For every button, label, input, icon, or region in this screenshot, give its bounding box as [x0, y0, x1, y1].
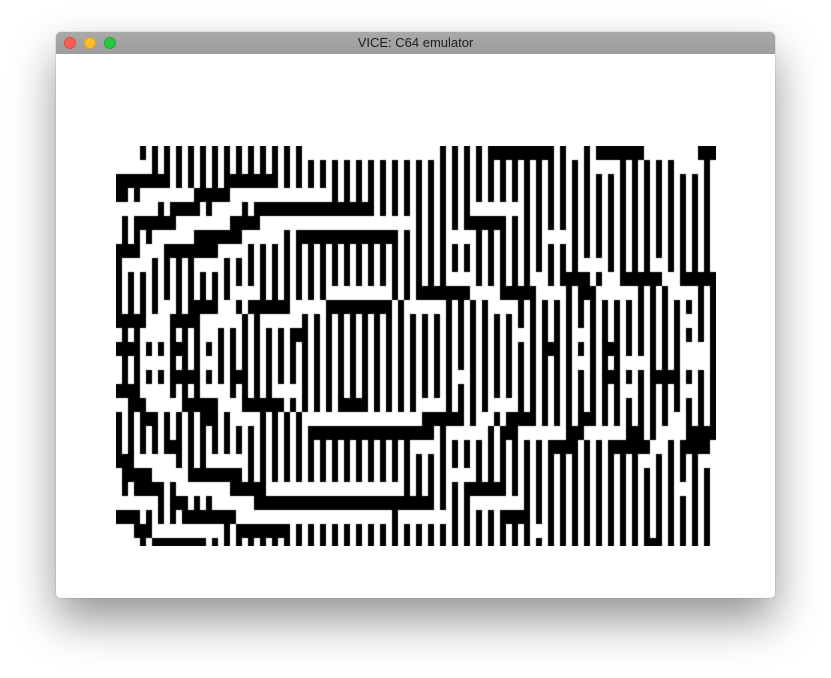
window-title: VICE: C64 emulator: [357, 35, 474, 50]
emulator-window: VICE: C64 emulator: [56, 32, 775, 598]
emulator-screen[interactable]: [56, 54, 775, 598]
title-bar[interactable]: VICE: C64 emulator: [56, 32, 775, 55]
moire-pattern: [116, 146, 716, 546]
